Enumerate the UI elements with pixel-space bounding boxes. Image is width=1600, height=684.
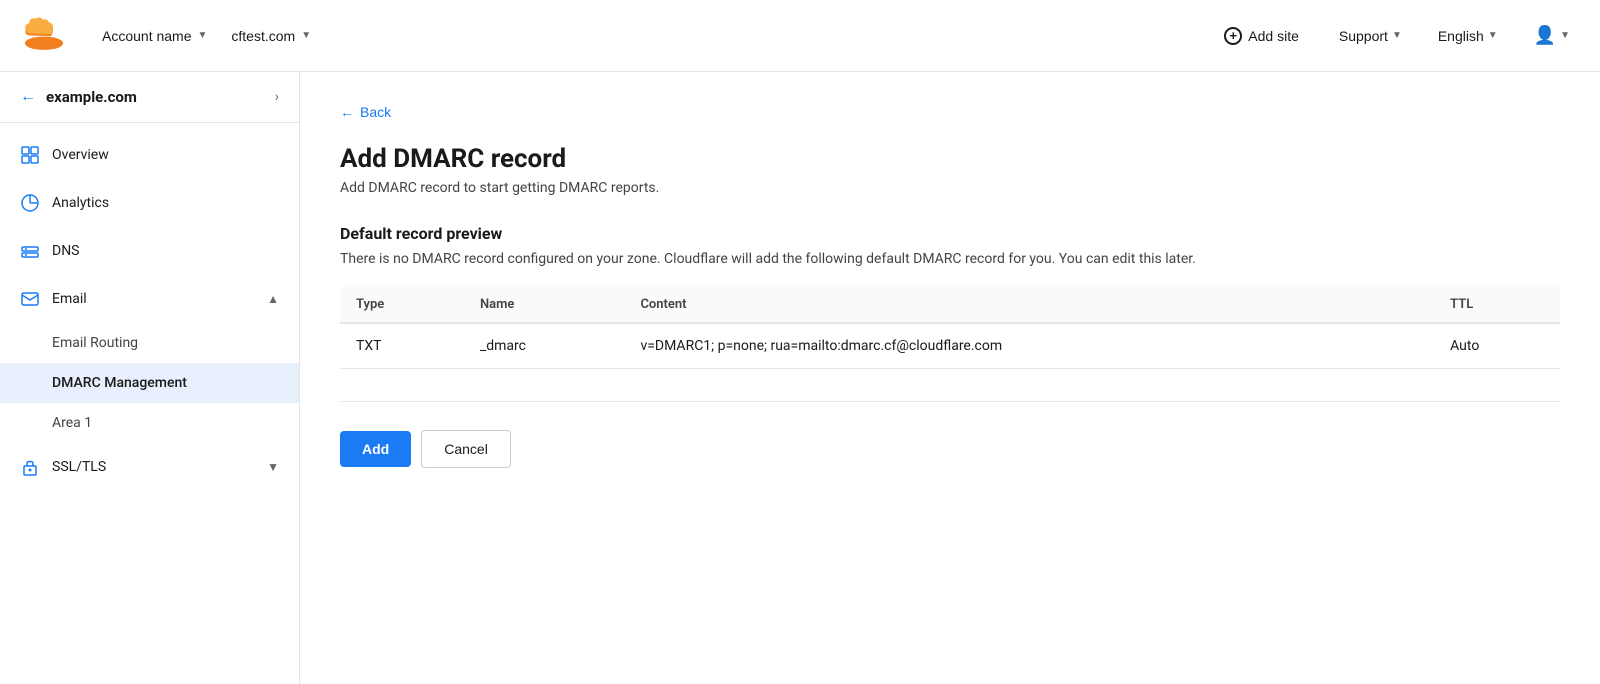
email-icon — [20, 289, 40, 309]
page-subtitle: Add DMARC record to start getting DMARC … — [340, 180, 1560, 196]
logo[interactable]: CLOUDFLARE — [20, 12, 68, 60]
support-button[interactable]: Support ▼ — [1329, 22, 1412, 50]
sidebar-header: ← example.com › — [0, 72, 299, 123]
nav-breadcrumbs: Account name ▼ cftest.com ▼ — [92, 22, 1210, 50]
col-type: Type — [340, 287, 464, 323]
sidebar-item-area1[interactable]: Area 1 — [0, 403, 299, 443]
action-row: Add Cancel — [340, 430, 1560, 468]
back-arrow-icon: ← — [340, 104, 354, 120]
overview-icon — [20, 145, 40, 165]
sidebar-forward-icon: › — [275, 89, 279, 105]
sidebar-back-button[interactable]: ← — [20, 88, 36, 106]
sidebar-item-email[interactable]: Email ▲ — [0, 275, 299, 323]
sidebar-nav: Overview Analytics — [0, 123, 299, 499]
svg-text:CLOUDFLARE: CLOUDFLARE — [26, 50, 63, 56]
ssl-expand-icon: ▼ — [267, 460, 279, 474]
user-icon: 👤 — [1534, 25, 1556, 46]
back-button[interactable]: ← Back — [340, 104, 391, 120]
cell-type: TXT — [340, 323, 464, 369]
sidebar-item-overview[interactable]: Overview — [0, 131, 299, 179]
sidebar-item-label: SSL/TLS — [52, 459, 255, 475]
user-chevron-icon: ▼ — [1560, 30, 1570, 41]
cell-name: _dmarc — [464, 323, 625, 369]
sidebar-item-label: DNS — [52, 243, 279, 259]
table-row: TXT _dmarc v=DMARC1; p=none; rua=mailto:… — [340, 323, 1560, 369]
language-chevron-icon: ▼ — [1488, 30, 1498, 41]
email-submenu: Email Routing DMARC Management Area 1 — [0, 323, 299, 443]
sidebar-item-dns[interactable]: DNS — [0, 227, 299, 275]
support-chevron-icon: ▼ — [1392, 30, 1402, 41]
record-table: Type Name Content TTL TXT _dmarc v=DMARC… — [340, 287, 1560, 369]
section-desc: There is no DMARC record configured on y… — [340, 251, 1560, 267]
add-button[interactable]: Add — [340, 431, 411, 467]
col-name: Name — [464, 287, 625, 323]
user-menu-button[interactable]: 👤 ▼ — [1524, 19, 1580, 52]
domain-dropdown[interactable]: cftest.com ▼ — [221, 22, 321, 50]
sidebar-item-label: Overview — [52, 147, 279, 163]
dns-icon — [20, 241, 40, 261]
sidebar-item-email-routing[interactable]: Email Routing — [0, 323, 299, 363]
main-content: ← Back Add DMARC record Add DMARC record… — [300, 72, 1600, 684]
sidebar-item-label: Analytics — [52, 195, 279, 211]
plus-icon: + — [1224, 27, 1242, 45]
ssl-icon — [20, 457, 40, 477]
top-navigation: CLOUDFLARE Account name ▼ cftest.com ▼ +… — [0, 0, 1600, 72]
col-ttl: TTL — [1434, 287, 1560, 323]
analytics-icon — [20, 193, 40, 213]
cell-ttl: Auto — [1434, 323, 1560, 369]
section-divider — [340, 401, 1560, 402]
sidebar-item-label: Email — [52, 291, 255, 307]
cell-content: v=DMARC1; p=none; rua=mailto:dmarc.cf@cl… — [624, 323, 1434, 369]
main-layout: ← example.com › Overview — [0, 72, 1600, 684]
sidebar-item-ssl-tls[interactable]: SSL/TLS ▼ — [0, 443, 299, 491]
sidebar: ← example.com › Overview — [0, 72, 300, 684]
table-body: TXT _dmarc v=DMARC1; p=none; rua=mailto:… — [340, 323, 1560, 369]
table-header: Type Name Content TTL — [340, 287, 1560, 323]
page-title: Add DMARC record — [340, 144, 1560, 174]
account-name-dropdown[interactable]: Account name ▼ — [92, 22, 217, 50]
account-chevron-icon: ▼ — [198, 30, 208, 41]
language-button[interactable]: English ▼ — [1428, 22, 1508, 50]
section-title: Default record preview — [340, 224, 1560, 243]
sidebar-item-dmarc-management[interactable]: DMARC Management — [0, 363, 299, 403]
col-content: Content — [624, 287, 1434, 323]
sidebar-item-analytics[interactable]: Analytics — [0, 179, 299, 227]
sidebar-site-name: example.com — [46, 88, 265, 106]
email-expand-icon: ▲ — [267, 292, 279, 306]
nav-right-actions: + Add site Support ▼ English ▼ 👤 ▼ — [1210, 19, 1580, 53]
cancel-button[interactable]: Cancel — [421, 430, 511, 468]
add-site-button[interactable]: + Add site — [1210, 19, 1313, 53]
domain-chevron-icon: ▼ — [301, 30, 311, 41]
